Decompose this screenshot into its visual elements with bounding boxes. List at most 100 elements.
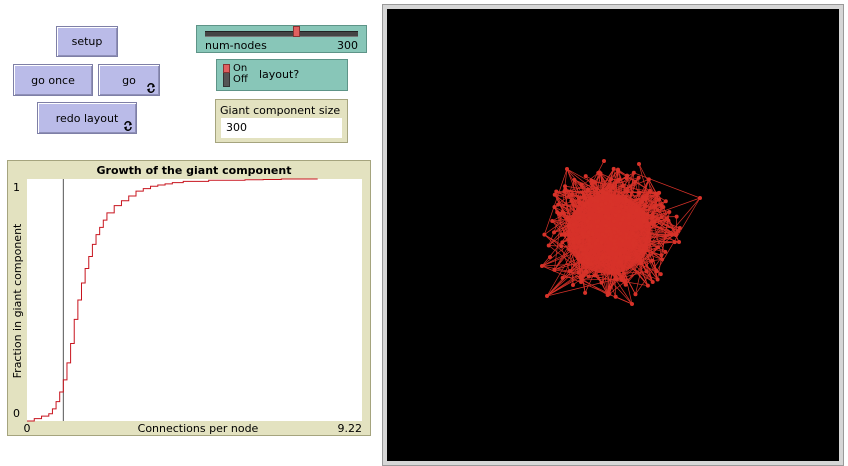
network-node — [580, 252, 585, 257]
network-node — [599, 280, 604, 285]
network-node — [614, 234, 619, 239]
setup-button-label: setup — [71, 35, 103, 48]
network-node — [587, 215, 592, 220]
network-node — [613, 294, 618, 299]
network-node — [597, 170, 602, 175]
network-node — [542, 232, 547, 237]
y-axis-label: Fraction in giant component — [11, 223, 24, 378]
network-node — [607, 216, 612, 221]
switch-off-label: Off — [233, 74, 248, 85]
network-node — [577, 215, 582, 220]
network-node — [579, 277, 584, 282]
network-node — [586, 187, 591, 192]
network-node — [582, 203, 587, 208]
network-node — [598, 256, 603, 261]
y-tick-max: 1 — [13, 181, 20, 194]
slider-value: 300 — [337, 39, 358, 52]
network-node — [596, 209, 601, 214]
network-node — [608, 236, 613, 241]
network-node — [552, 205, 557, 210]
network-node — [674, 214, 679, 219]
network-node — [637, 190, 642, 195]
network-node — [602, 159, 606, 163]
network-node — [608, 270, 613, 275]
network-node — [546, 243, 551, 248]
network-node — [646, 230, 651, 235]
network-node — [672, 240, 677, 245]
network-view[interactable] — [382, 4, 844, 466]
giant-component-plot: Growth of the giant component 0 9.22 Con… — [7, 160, 371, 436]
network-node — [634, 224, 639, 229]
network-node — [566, 218, 571, 223]
network-node — [659, 215, 664, 220]
network-node — [631, 244, 636, 249]
network-node — [641, 219, 646, 224]
network-node — [580, 232, 585, 237]
switch-toggle[interactable] — [223, 64, 230, 87]
network-node — [611, 166, 616, 171]
network-node — [654, 269, 659, 274]
network-node — [592, 273, 597, 278]
network-node — [633, 292, 638, 297]
network-node — [623, 278, 628, 283]
network-node — [571, 203, 576, 208]
network-node — [640, 248, 645, 253]
go-button-label: go — [122, 73, 136, 87]
network-node — [677, 225, 682, 230]
slider-thumb[interactable] — [292, 26, 300, 37]
network-node — [600, 195, 605, 200]
go-button[interactable]: go — [98, 64, 160, 96]
redo-layout-button[interactable]: redo layout — [37, 102, 137, 134]
network-node — [560, 210, 565, 215]
x-tick-min: 0 — [24, 422, 31, 435]
layout-switch[interactable]: On Off layout? — [216, 59, 348, 91]
network-node — [581, 259, 586, 264]
network-node — [584, 269, 589, 274]
network-node — [625, 189, 630, 194]
network-node — [565, 167, 569, 171]
network-node — [596, 218, 601, 223]
network-node — [576, 196, 581, 201]
chart-title: Growth of the giant component — [97, 164, 292, 177]
network-node — [556, 202, 561, 207]
network-node — [569, 192, 574, 197]
network-node — [645, 283, 650, 288]
switch-label: layout? — [259, 68, 300, 81]
network-node — [617, 259, 622, 264]
network-node — [611, 246, 616, 251]
go-once-button[interactable]: go once — [13, 64, 93, 96]
setup-button[interactable]: setup — [56, 26, 118, 57]
slider-track[interactable] — [205, 31, 358, 37]
network-node — [587, 238, 592, 243]
network-node — [655, 245, 660, 250]
network-node — [640, 199, 645, 204]
network-node — [581, 273, 586, 278]
num-nodes-slider[interactable]: num-nodes 300 — [196, 25, 367, 53]
plot-area — [27, 179, 362, 421]
network-node — [571, 237, 576, 242]
network-node — [595, 224, 600, 229]
y-tick-min: 0 — [13, 407, 20, 420]
network-node — [590, 232, 595, 237]
network-node — [600, 190, 605, 195]
network-node — [620, 217, 625, 222]
network-node — [645, 212, 650, 217]
network-node — [603, 201, 608, 206]
network-node — [624, 232, 629, 237]
network-node — [555, 210, 560, 215]
network-node — [665, 216, 670, 221]
network-node — [603, 214, 608, 219]
network-node — [638, 259, 643, 264]
plot-svg: Growth of the giant component 0 9.22 Con… — [11, 164, 362, 435]
network-node — [560, 275, 565, 280]
network-node — [586, 257, 591, 262]
network-node — [569, 199, 574, 204]
go-once-button-label: go once — [31, 73, 75, 87]
network-node — [585, 260, 590, 265]
network-node — [571, 240, 576, 245]
network-node — [610, 202, 615, 207]
network-node — [577, 200, 582, 205]
world-view-canvas[interactable] — [387, 9, 839, 461]
redo-layout-button-label: redo layout — [55, 111, 119, 125]
network-node — [579, 182, 584, 187]
